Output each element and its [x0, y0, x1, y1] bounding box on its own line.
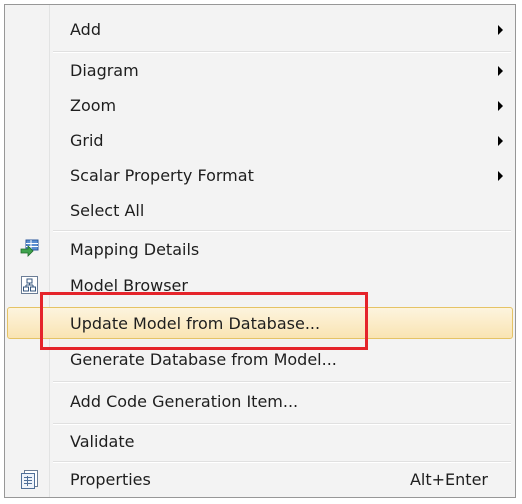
menu-item-diagram[interactable]: Diagram: [7, 54, 513, 86]
model-browser-icon: [19, 274, 41, 296]
menu-item-add-code-generation-item[interactable]: Add Code Generation Item...: [7, 385, 513, 417]
menu-item-properties[interactable]: Properties Alt+Enter: [7, 463, 513, 495]
menu-item-label: Zoom: [70, 96, 117, 115]
menu-item-shortcut: Alt+Enter: [409, 470, 488, 489]
menu-item-grid[interactable]: Grid: [7, 124, 513, 156]
properties-icon: [19, 468, 41, 490]
menu-item-label: Grid: [70, 131, 104, 150]
mapping-details-icon: [19, 238, 41, 260]
annotation-highlight-box: [40, 292, 368, 350]
menu-item-label: Scalar Property Format: [70, 166, 254, 185]
menu-item-label: Add Code Generation Item...: [70, 392, 299, 411]
menu-item-label: Select All: [70, 201, 145, 220]
submenu-arrow-icon: [498, 25, 503, 35]
menu-item-zoom[interactable]: Zoom: [7, 89, 513, 121]
menu-item-label: Mapping Details: [70, 240, 200, 259]
menu-separator: [53, 51, 511, 53]
menu-separator: [53, 230, 511, 232]
menu-item-scalar-property-format[interactable]: Scalar Property Format: [7, 159, 513, 191]
menu-item-label: Properties: [70, 470, 151, 489]
submenu-arrow-icon: [498, 136, 503, 146]
menu-item-select-all[interactable]: Select All: [7, 194, 513, 226]
context-menu: Add Diagram Zoom Grid Scalar Property Fo…: [4, 4, 516, 498]
submenu-arrow-icon: [498, 171, 503, 181]
menu-item-label: Generate Database from Model...: [70, 350, 337, 369]
menu-item-mapping-details[interactable]: Mapping Details: [7, 233, 513, 265]
menu-separator: [53, 381, 511, 383]
menu-item-label: Validate: [70, 432, 135, 451]
menu-item-label: Diagram: [70, 61, 139, 80]
submenu-arrow-icon: [498, 66, 503, 76]
menu-item-validate[interactable]: Validate: [7, 425, 513, 457]
menu-item-label: Add: [70, 20, 101, 39]
submenu-arrow-icon: [498, 101, 503, 111]
menu-item-add[interactable]: Add: [7, 13, 513, 45]
